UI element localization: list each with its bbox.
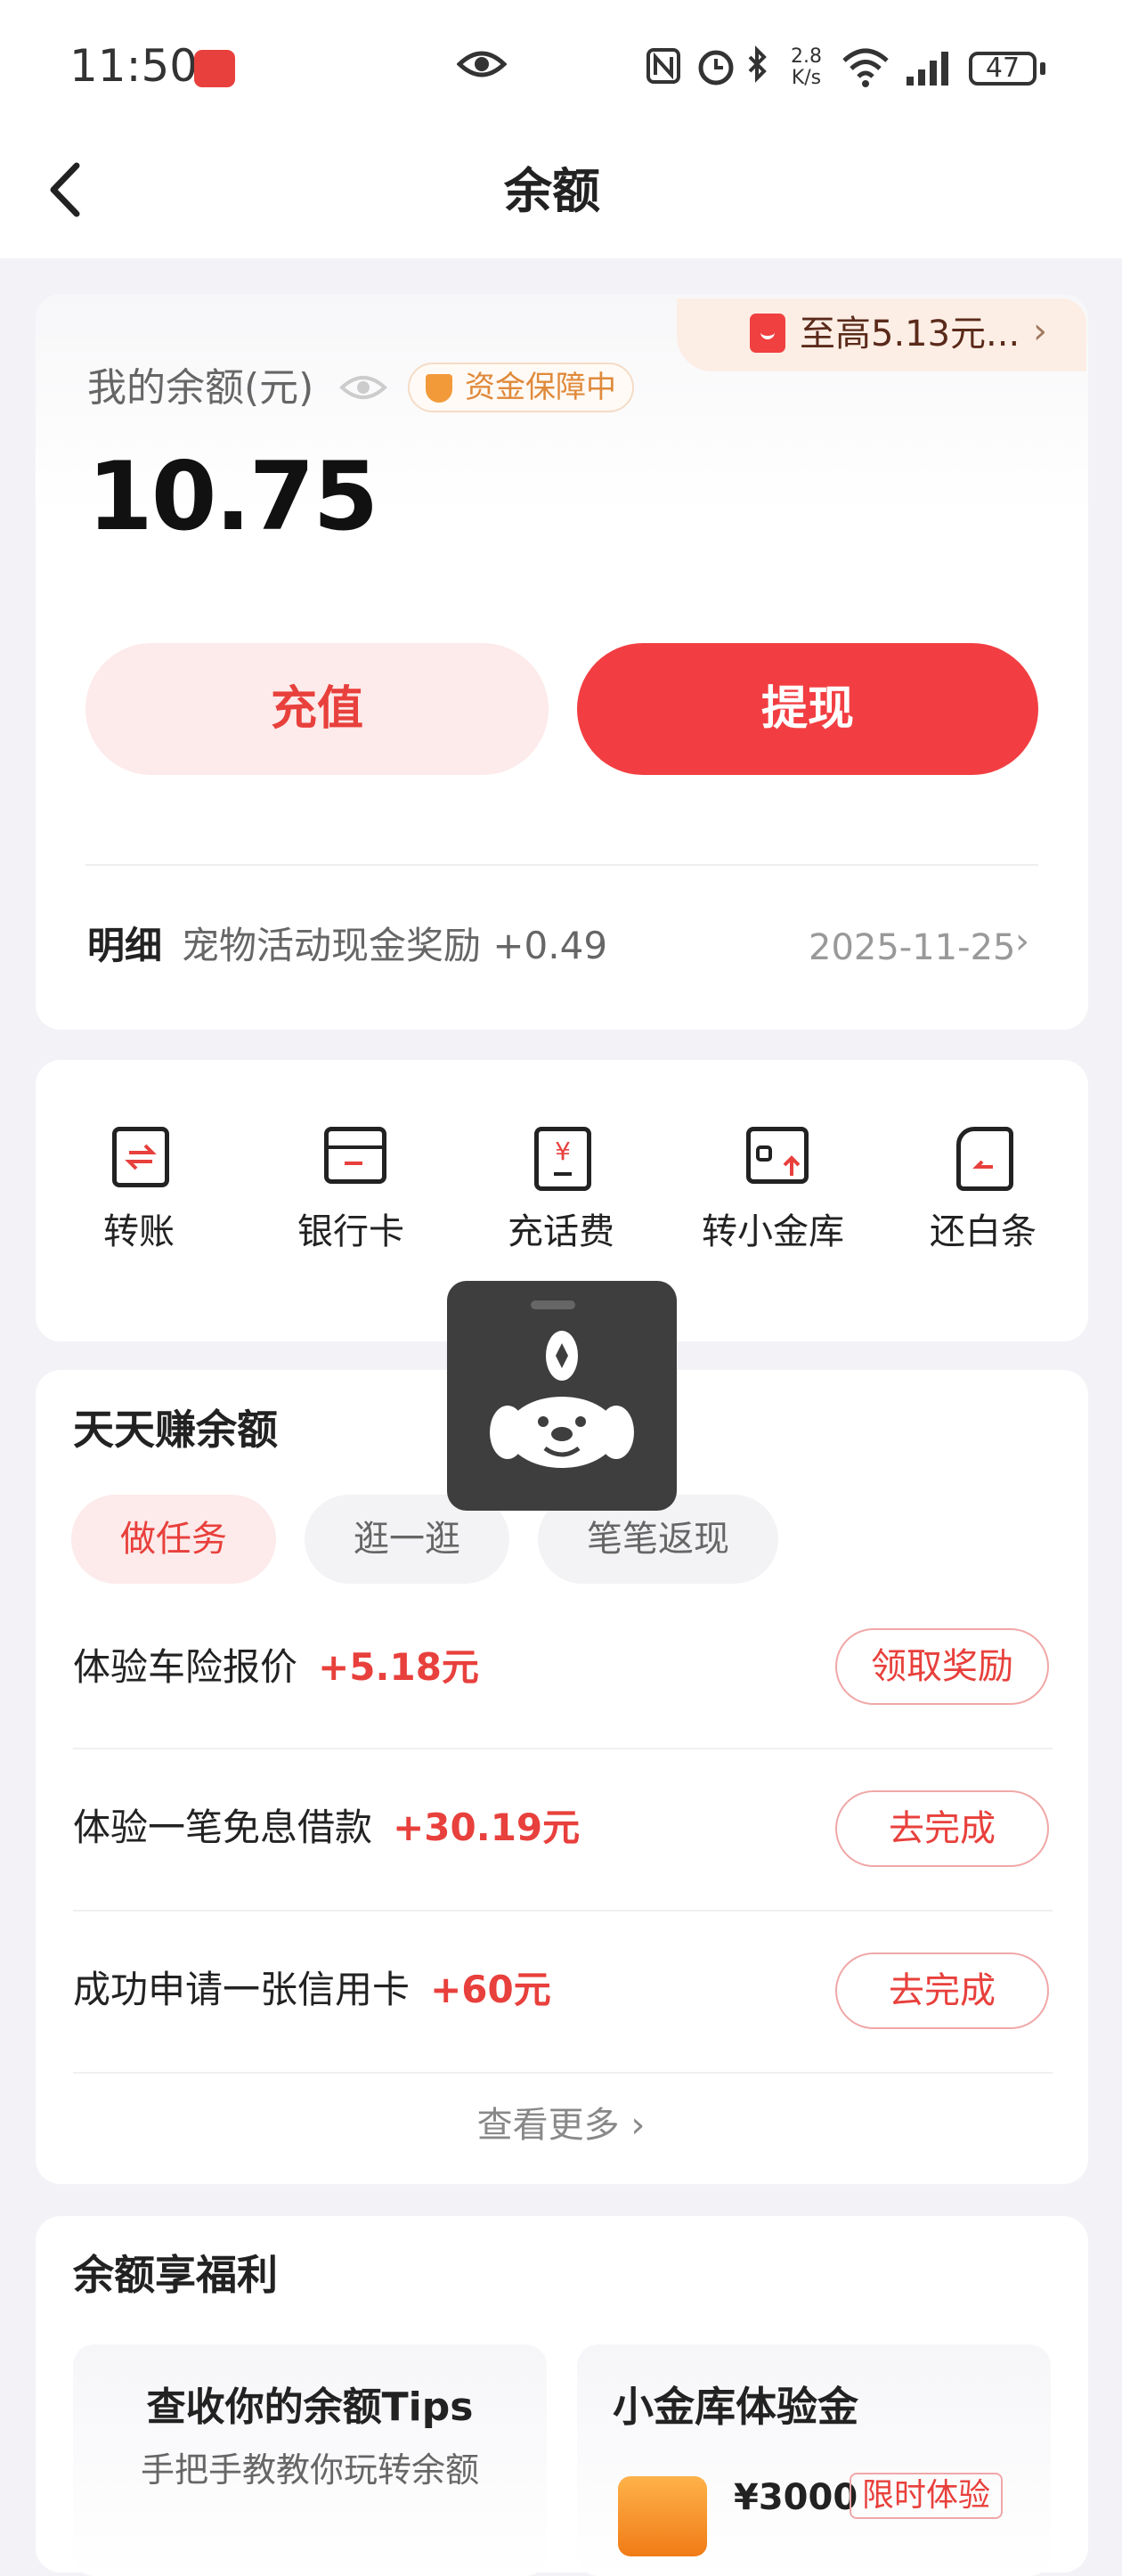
tab-tasks[interactable]: 做任务 — [71, 1495, 276, 1584]
task-row: 体验车险报价 +5.18元 — [73, 1643, 479, 1692]
task-reward: +30.19元 — [393, 1806, 581, 1849]
wifi-icon — [841, 46, 890, 91]
chevron-right-icon: › — [1033, 311, 1047, 352]
drag-handle[interactable] — [531, 1300, 575, 1309]
transaction-date[interactable]: 2025-11-25 — [809, 925, 1015, 971]
app-notification-icon — [194, 50, 235, 87]
status-time: 11:50 — [69, 40, 199, 92]
task-row: 体验一笔免息借款 +30.19元 — [73, 1803, 580, 1853]
eye-comfort-icon — [456, 46, 508, 86]
task-reward: +5.18元 — [318, 1645, 479, 1689]
action-label: 还白条 — [930, 1211, 1037, 1252]
divider — [73, 1748, 1053, 1749]
net-speed: 2.8 K/s — [791, 45, 822, 89]
task-title: 成功申请一张信用卡 — [73, 1968, 411, 2011]
action-label: 银行卡 — [297, 1211, 404, 1252]
action-label: 转账 — [103, 1211, 175, 1252]
signal-icon — [905, 50, 955, 91]
task-title: 体验车险报价 — [73, 1645, 298, 1689]
complete-task-button[interactable]: 去完成 — [835, 1790, 1049, 1867]
repay-icon — [956, 1127, 1013, 1191]
tips-subtitle: 手把手教教你玩转余额 — [140, 2450, 479, 2490]
task-row: 成功申请一张信用卡 +60元 — [73, 1965, 551, 2015]
svg-text:¥: ¥ — [555, 1137, 571, 1166]
red-packet-icon — [750, 314, 785, 353]
view-more-link[interactable]: 查看更多 › — [0, 2102, 1122, 2148]
status-icons — [645, 45, 778, 93]
trial-amount: ¥3000 — [734, 2477, 858, 2518]
task-title: 体验一笔免息借款 — [73, 1806, 373, 1849]
divider — [85, 864, 1038, 866]
toggle-visibility-icon[interactable] — [338, 370, 388, 409]
section-title: 余额享福利 — [73, 2251, 278, 2299]
page-title: 余额 — [504, 163, 600, 219]
withdraw-button[interactable]: 提现 — [577, 643, 1038, 775]
action-label: 充话费 — [508, 1211, 614, 1252]
dog-mascot-icon — [488, 1325, 636, 1489]
bank-card-icon — [324, 1127, 386, 1184]
latest-transaction[interactable]: 宠物活动现金奖励 +0.49 — [182, 923, 607, 969]
battery-icon: 47 — [969, 52, 1037, 86]
detail-label[interactable]: 明细 — [87, 923, 162, 969]
chevron-right-icon: › — [1015, 921, 1029, 962]
balance-label: 我的余额(元) — [87, 365, 314, 411]
task-reward: +60元 — [430, 1968, 551, 2011]
limited-badge: 限时体验 — [850, 2473, 1004, 2519]
battery-tip — [1040, 62, 1045, 75]
claim-reward-button[interactable]: 领取奖励 — [835, 1628, 1049, 1705]
section-title: 天天赚余额 — [73, 1406, 278, 1454]
transfer-icon — [112, 1127, 169, 1187]
complete-task-button[interactable]: 去完成 — [835, 1952, 1049, 2029]
phone-bill-icon: ¥ — [534, 1127, 591, 1191]
tips-title: 查收你的余额Tips — [146, 2384, 474, 2430]
vault-trial-title: 小金库体验金 — [613, 2383, 858, 2431]
divider — [73, 2072, 1053, 2074]
action-label: 转小金库 — [702, 1211, 844, 1252]
coupon-icon — [618, 2476, 707, 2556]
recharge-button[interactable]: 充值 — [85, 643, 549, 775]
balance-amount: 10.75 — [87, 442, 378, 551]
shield-icon — [426, 374, 452, 403]
guarantee-text: 资金保障中 — [465, 370, 616, 405]
vault-transfer-icon — [746, 1127, 809, 1184]
promo-text[interactable]: 至高5.13元... — [800, 312, 1020, 356]
divider — [73, 1910, 1053, 1912]
